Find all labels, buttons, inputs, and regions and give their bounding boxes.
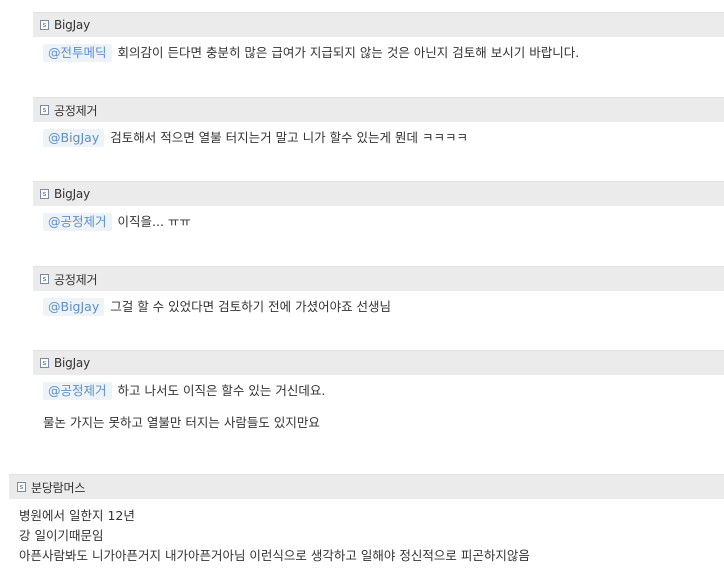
reply-item: s BigJay @전투메딕 회의감이 든다면 충분히 많은 급여가 지급되지 않… bbox=[33, 12, 724, 62]
author-nickname[interactable]: 공정제거 bbox=[54, 102, 98, 119]
author-nickname[interactable]: BigJay bbox=[54, 18, 90, 32]
reply-header: s BigJay bbox=[33, 12, 724, 37]
mention-link[interactable]: @공정제거 bbox=[43, 382, 112, 400]
member-badge-icon: s bbox=[40, 358, 49, 368]
reply-item: s BigJay @공정제거 이직을... ㅠㅠ bbox=[33, 181, 724, 231]
mention-link[interactable]: @공정제거 bbox=[43, 213, 112, 231]
comment-body: 병원에서 일한지 12년 강 일이기때문임 아픈사람봐도 니가아픈거지 내가아픈… bbox=[9, 499, 724, 566]
mention-link[interactable]: @BigJay bbox=[43, 298, 105, 316]
member-badge-icon: s bbox=[40, 274, 49, 284]
member-badge-icon: s bbox=[40, 105, 49, 115]
member-badge-icon: s bbox=[40, 189, 49, 199]
reply-body: @전투메딕 회의감이 든다면 충분히 많은 급여가 지급되지 않는 것은 아닌지 … bbox=[33, 37, 724, 62]
mention-link[interactable]: @전투메딕 bbox=[43, 44, 112, 62]
comment-line: 병원에서 일한지 12년 bbox=[19, 508, 135, 523]
author-nickname[interactable]: 공정제거 bbox=[54, 271, 98, 288]
reply-text: 하고 나서도 이직은 할수 있는 거신데요. bbox=[117, 383, 326, 398]
author-nickname[interactable]: BigJay bbox=[54, 356, 90, 370]
reply-body: @공정제거 이직을... ㅠㅠ bbox=[33, 206, 724, 231]
mention-link[interactable]: @BigJay bbox=[43, 129, 105, 147]
reply-item: s 공정제거 @BigJay 그걸 할 수 있었다면 검토하기 전에 가셨어야죠 … bbox=[33, 266, 724, 316]
reply-item: s 공정제거 @BigJay 검토해서 적으면 열불 터지는거 말고 니가 할수 … bbox=[33, 97, 724, 147]
reply-body: @공정제거 하고 나서도 이직은 할수 있는 거신데요. 물논 가지는 못하고 열… bbox=[33, 375, 724, 432]
reply-text-extra: 물논 가지는 못하고 열불만 터지는 사람들도 있지만요 bbox=[43, 415, 320, 430]
reply-header: s BigJay bbox=[33, 350, 724, 375]
reply-body: @BigJay 검토해서 적으면 열불 터지는거 말고 니가 할수 있는게 뭔데 … bbox=[33, 122, 724, 147]
comment-header: s 분당람머스 bbox=[9, 474, 724, 499]
reply-text: 그걸 할 수 있었다면 검토하기 전에 가셨어야죠 선생님 bbox=[110, 299, 392, 314]
member-badge-icon: s bbox=[17, 482, 26, 492]
comment-item: s 분당람머스 병원에서 일한지 12년 강 일이기때문임 아픈사람봐도 니가아… bbox=[9, 474, 724, 566]
member-badge-icon: s bbox=[40, 20, 49, 30]
reply-header: s 공정제거 bbox=[33, 97, 724, 122]
reply-text: 검토해서 적으면 열불 터지는거 말고 니가 할수 있는게 뭔데 ㅋㅋㅋㅋ bbox=[110, 130, 468, 145]
comment-line: 강 일이기때문임 bbox=[19, 528, 104, 543]
author-nickname[interactable]: BigJay bbox=[54, 187, 90, 201]
reply-body: @BigJay 그걸 할 수 있었다면 검토하기 전에 가셨어야죠 선생님 bbox=[33, 291, 724, 316]
reply-text: 이직을... ㅠㅠ bbox=[117, 214, 191, 229]
reply-header: s 공정제거 bbox=[33, 266, 724, 291]
author-nickname[interactable]: 분당람머스 bbox=[31, 479, 85, 496]
reply-item: s BigJay @공정제거 하고 나서도 이직은 할수 있는 거신데요. 물논 … bbox=[33, 350, 724, 432]
comment-line: 아픈사람봐도 니가아픈거지 내가아픈거아님 이런식으로 생각하고 일해야 정신적… bbox=[19, 548, 530, 563]
reply-text: 회의감이 든다면 충분히 많은 급여가 지급되지 않는 것은 아닌지 검토해 보… bbox=[117, 45, 580, 60]
reply-header: s BigJay bbox=[33, 181, 724, 206]
